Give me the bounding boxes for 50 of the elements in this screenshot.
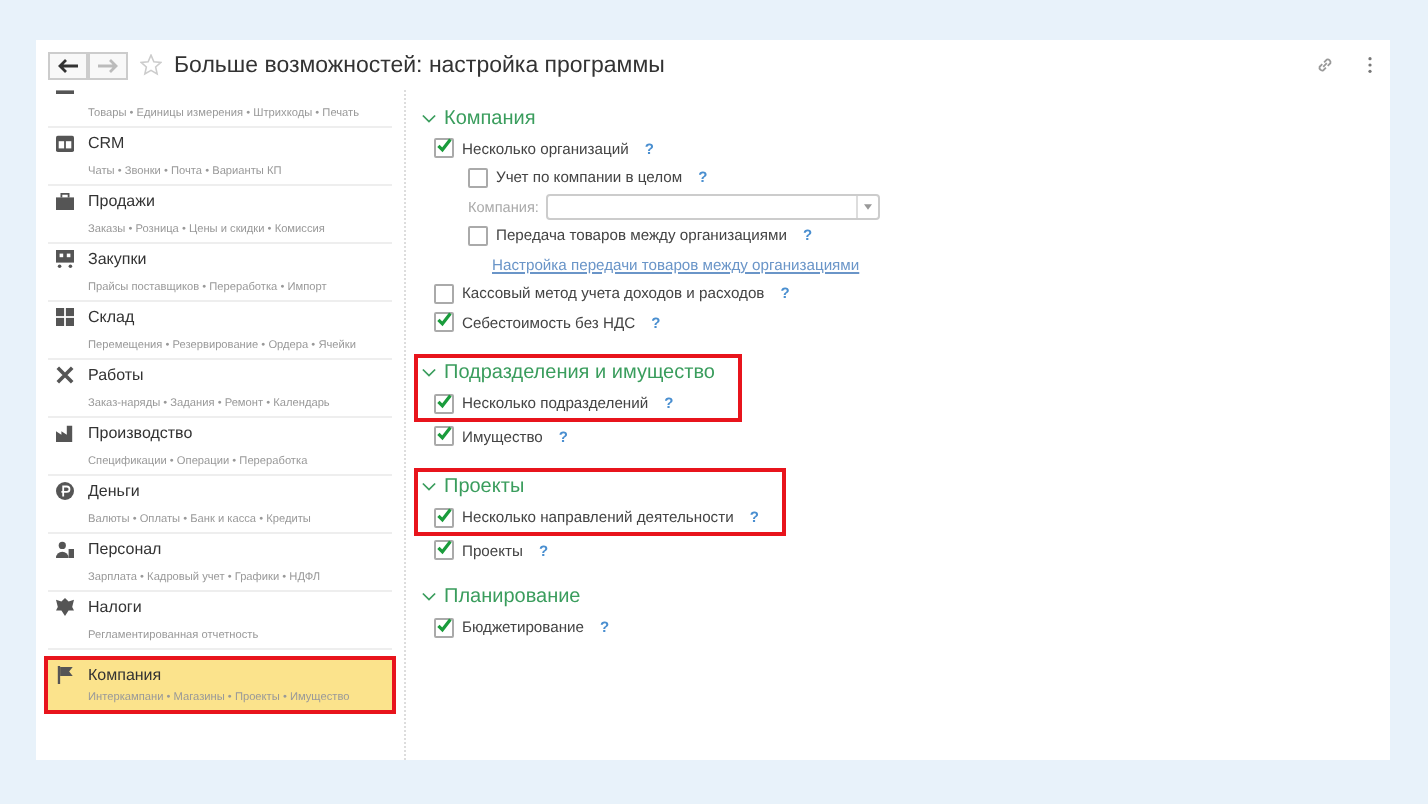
more-icon[interactable] bbox=[1366, 56, 1374, 74]
link-icon[interactable] bbox=[1316, 56, 1334, 74]
cart-icon bbox=[56, 250, 74, 268]
checkbox[interactable] bbox=[434, 312, 454, 333]
group-title: Планирование bbox=[444, 586, 581, 608]
section-title: CRM bbox=[88, 134, 125, 152]
flag-icon bbox=[56, 666, 74, 684]
section-title: Работы bbox=[88, 366, 144, 384]
section-title: Склад bbox=[88, 308, 135, 326]
group-header[interactable]: Проекты bbox=[422, 471, 759, 503]
back-button[interactable] bbox=[48, 51, 88, 79]
company-field[interactable] bbox=[546, 193, 881, 220]
grid-icon bbox=[56, 308, 74, 326]
tools-icon bbox=[56, 366, 74, 384]
chevron-icon bbox=[422, 113, 436, 123]
section-title: Налоги bbox=[88, 598, 142, 616]
emblem-icon bbox=[56, 598, 74, 616]
chevron-icon bbox=[422, 592, 436, 602]
bag-icon bbox=[56, 192, 74, 210]
star-icon[interactable] bbox=[140, 54, 162, 76]
left-arrow-icon bbox=[58, 57, 78, 73]
group-title: Подразделения и имущество bbox=[444, 362, 715, 384]
chevron-icon bbox=[422, 368, 436, 378]
section-title: Персонал bbox=[88, 540, 162, 558]
checkbox[interactable] bbox=[434, 617, 454, 638]
group-header[interactable]: Компания bbox=[422, 102, 1374, 134]
checkbox[interactable] bbox=[434, 283, 454, 304]
checkbox[interactable] bbox=[468, 167, 488, 188]
group-title: Компания bbox=[444, 107, 536, 129]
calendar-icon bbox=[56, 134, 74, 152]
checkbox[interactable] bbox=[434, 393, 454, 414]
section-title: Производство bbox=[88, 424, 193, 442]
group-header[interactable]: Планирование bbox=[422, 581, 1374, 613]
checkbox[interactable] bbox=[468, 225, 488, 246]
section-title: Деньги bbox=[88, 482, 140, 500]
checkbox[interactable] bbox=[434, 507, 454, 528]
window-title: Больше возможностей: настройка программы bbox=[174, 53, 665, 77]
section-title: Продажи bbox=[88, 192, 155, 210]
group-header[interactable]: Подразделения и имущество bbox=[422, 357, 715, 389]
factory-icon bbox=[56, 424, 74, 442]
coin-icon bbox=[56, 482, 74, 500]
right-arrow-icon bbox=[98, 57, 118, 73]
chevron-icon bbox=[422, 482, 436, 492]
checkbox[interactable] bbox=[434, 138, 454, 159]
section-title: Компания bbox=[88, 666, 162, 684]
group-title: Проекты bbox=[444, 476, 525, 498]
checkbox[interactable] bbox=[434, 426, 454, 447]
section-title: Закупки bbox=[88, 250, 147, 268]
people-icon bbox=[56, 540, 74, 558]
checkbox[interactable] bbox=[434, 540, 454, 561]
